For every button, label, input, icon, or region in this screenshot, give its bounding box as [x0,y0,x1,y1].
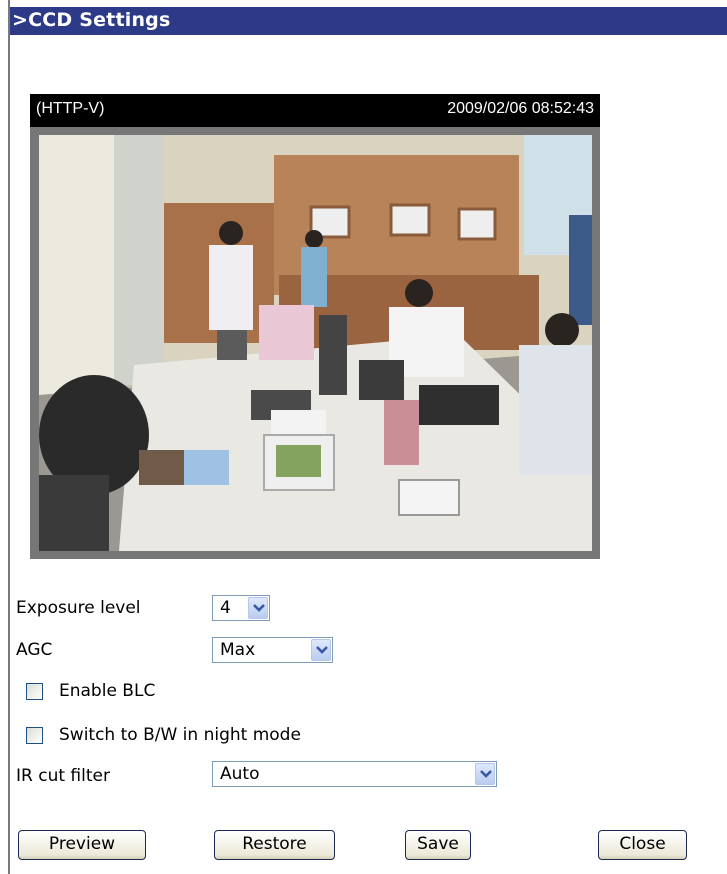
exposure-level-value: 4 [220,598,231,618]
save-button[interactable]: Save [405,830,471,860]
close-button[interactable]: Close [598,830,687,860]
restore-button[interactable]: Restore [214,830,335,860]
page-left-border [8,0,10,874]
chevron-down-icon[interactable] [248,597,268,619]
ir-cut-filter-select[interactable]: Auto [212,761,497,787]
agc-select[interactable]: Max [212,637,333,663]
agc-label: AGC [16,640,53,660]
video-timestamp: 2009/02/06 08:52:43 [447,100,594,117]
video-source-label: (HTTP-V) [36,100,105,117]
exposure-level-select[interactable]: 4 [212,595,270,621]
chevron-down-icon[interactable] [311,639,331,661]
exposure-level-label: Exposure level [16,598,141,618]
title-bar: >CCD Settings [10,7,727,35]
bw-night-mode-checkbox[interactable] [26,727,43,744]
ir-cut-filter-value: Auto [220,764,260,784]
chevron-down-icon[interactable] [475,763,495,785]
preview-button[interactable]: Preview [18,830,146,860]
video-image [39,135,592,551]
video-caption-bar: (HTTP-V) 2009/02/06 08:52:43 [30,94,600,127]
ir-cut-filter-label: IR cut filter [16,766,110,786]
live-video-view [39,135,592,551]
page-title: >CCD Settings [12,9,171,31]
enable-blc-label: Enable BLC [59,681,156,701]
agc-value: Max [220,640,256,660]
enable-blc-checkbox[interactable] [26,683,43,700]
bw-night-mode-label: Switch to B/W in night mode [59,725,301,745]
